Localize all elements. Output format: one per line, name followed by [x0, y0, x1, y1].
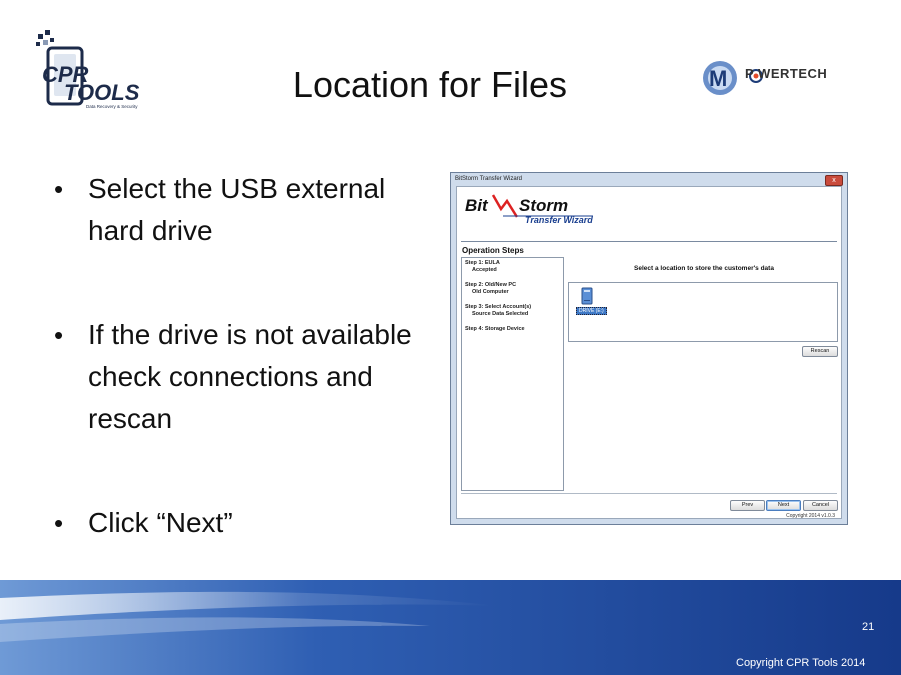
wizard-version: Copyright 2014 v1.0.3: [786, 513, 835, 519]
step-sub: Accepted: [472, 267, 497, 273]
bullet-list: • Select the USB external hard drive • I…: [52, 168, 432, 544]
operation-steps-panel: Step 1: EULA Accepted Step 2: Old/New PC…: [461, 257, 564, 491]
step-label: Step 2: Old/New PC: [465, 282, 517, 288]
footer-copyright: Copyright CPR Tools 2014: [736, 657, 866, 669]
close-button[interactable]: x: [825, 175, 843, 186]
page-number: 21: [862, 621, 875, 633]
bullet-text: If the drive is not available check conn…: [88, 319, 412, 434]
bullet-text: Select the USB external hard drive: [88, 173, 386, 246]
bullet-item: • Click “Next”: [52, 502, 432, 544]
powertech-wordmark: P WERTECH: [745, 66, 828, 81]
cancel-button[interactable]: Cancel: [803, 500, 838, 511]
svg-text:Data Recovery & Security: Data Recovery & Security: [86, 104, 138, 109]
bullet-dot: •: [54, 174, 64, 204]
divider: [461, 241, 837, 242]
cpr-tools-logo: CPR TOOLS Data Recovery & Security: [36, 30, 140, 109]
prev-button[interactable]: Prev: [730, 500, 765, 511]
location-heading: Select a location to store the customer'…: [634, 265, 774, 272]
rescan-button[interactable]: Rescan: [802, 346, 838, 357]
step-sub: Source Data Selected: [472, 311, 529, 317]
step-item: Step 4: Storage Device: [465, 326, 525, 333]
drive-list: DRIVE (E:): [568, 282, 838, 342]
bitstorm-logo-bit: Bit: [465, 196, 489, 215]
next-button[interactable]: Next: [766, 500, 801, 511]
step-label: Step 4: Storage Device: [465, 326, 525, 332]
bullet-item: • Select the USB external hard drive: [52, 168, 432, 252]
bullet-item: • If the drive is not available check co…: [52, 314, 432, 440]
slide-title: Location for Files: [292, 64, 568, 105]
bitstorm-logo-subtitle: Transfer Wizard: [525, 215, 593, 225]
bitstorm-logo-storm: Storm: [519, 196, 568, 215]
svg-text:M: M: [709, 66, 727, 91]
svg-text:TOOLS: TOOLS: [64, 80, 140, 105]
bitstorm-logo: Bit Storm Transfer Wizard: [465, 194, 593, 225]
step-label: Step 3: Select Account(s): [465, 304, 532, 310]
bullet-dot: •: [54, 508, 64, 538]
step-item: Step 2: Old/New PC Old Computer: [465, 282, 516, 296]
wizard-window: BitStorm Transfer Wizard x Bit Storm Tra…: [450, 172, 848, 525]
step-sub: Old Computer: [472, 289, 509, 295]
drive-item-label[interactable]: DRIVE (E:): [576, 307, 607, 315]
wizard-body: Bit Storm Transfer Wizard Operation Step…: [456, 186, 842, 519]
divider: [461, 493, 837, 494]
bullet-text: Click “Next”: [88, 507, 233, 538]
step-label: Step 1: EULA: [465, 260, 500, 266]
step-item: Step 3: Select Account(s) Source Data Se…: [465, 304, 531, 318]
operation-steps-title: Operation Steps: [462, 246, 524, 255]
bullet-dot: •: [54, 320, 64, 350]
usb-drive-icon[interactable]: [581, 287, 593, 305]
wizard-window-title: BitStorm Transfer Wizard: [455, 176, 523, 182]
step-item: Step 1: EULA Accepted: [465, 260, 500, 274]
